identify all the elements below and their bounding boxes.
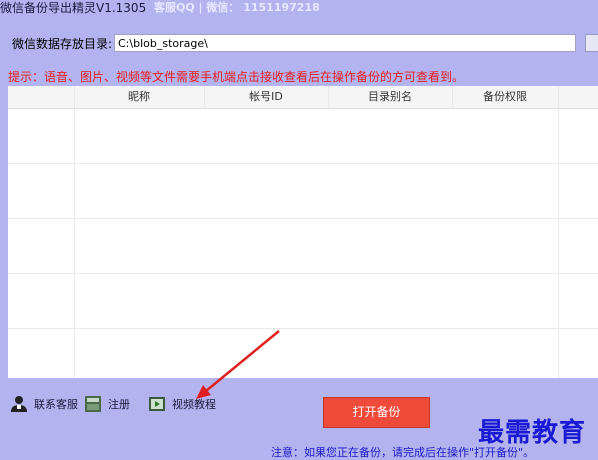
open-backup-button[interactable]: 打开备份 (323, 397, 430, 428)
title-bar: 微信备份导出精灵V1.1305 客服QQ | 微信： 1151197218 (0, 0, 598, 16)
storage-path-input[interactable] (114, 34, 576, 52)
column-divider (74, 86, 75, 378)
column-header-account-id[interactable]: 帐号ID (204, 86, 328, 108)
video-tutorial-label: 视频教程 (172, 398, 216, 411)
watermark-logo: 最需教育 (478, 418, 587, 448)
column-divider (452, 86, 453, 108)
row-divider (8, 163, 598, 164)
table-header: 昵称 帐号ID 目录别名 备份权限 (8, 86, 598, 109)
column-header-backup-permission[interactable]: 备份权限 (452, 86, 558, 108)
app-title: 微信备份导出精灵V1.1305 (0, 1, 147, 15)
column-header-folder-alias[interactable]: 目录别名 (328, 86, 452, 108)
storage-path-row: 微信数据存放目录: (0, 32, 598, 54)
tip-text: 提示：语音、图片、视频等文件需要手机端点击接收查看后在操作备份的方可查看到。 (8, 70, 465, 84)
video-tutorial-button[interactable]: 视频教程 (148, 394, 216, 414)
column-divider (558, 86, 559, 378)
storage-path-label: 微信数据存放目录: (12, 37, 113, 51)
register-box-icon (84, 395, 102, 413)
register-button[interactable]: 注册 (84, 394, 130, 414)
video-icon (148, 395, 166, 413)
column-header-nickname[interactable]: 昵称 (74, 86, 204, 108)
register-label: 注册 (108, 398, 130, 411)
contact-support-label: 联系客服 (34, 398, 78, 411)
user-support-icon (10, 395, 28, 413)
account-table: 昵称 帐号ID 目录别名 备份权限 (8, 86, 598, 378)
column-divider (204, 86, 205, 108)
browse-button[interactable] (585, 34, 598, 52)
column-divider (328, 86, 329, 108)
contact-support-button[interactable]: 联系客服 (10, 394, 78, 414)
row-divider (8, 273, 598, 274)
row-divider (8, 218, 598, 219)
support-contact: 客服QQ | 微信： 1151197218 (154, 1, 320, 14)
row-divider (8, 328, 598, 329)
